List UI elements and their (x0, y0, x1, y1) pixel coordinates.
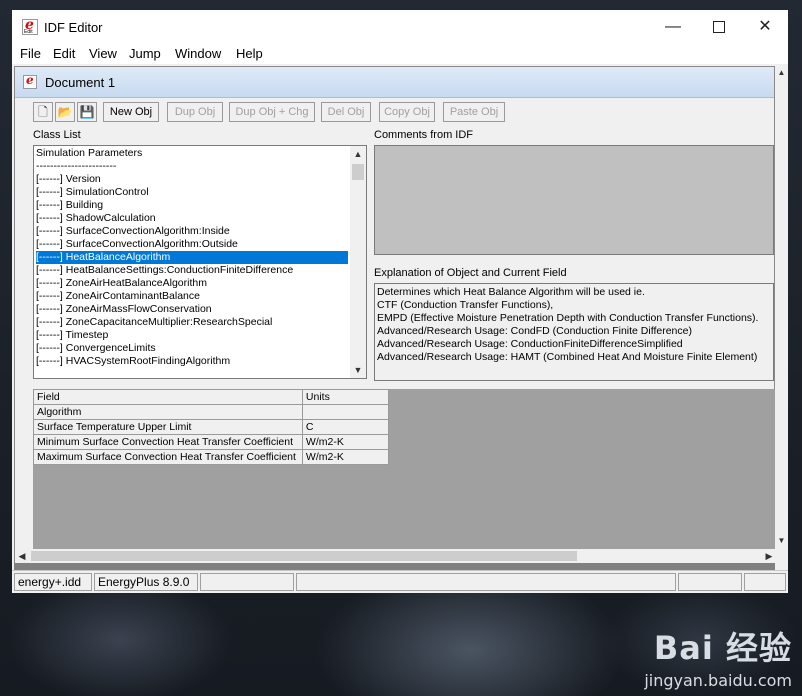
scroll-up-icon[interactable]: ▲ (350, 146, 366, 162)
table-header-row: Field Units (33, 389, 390, 405)
copy-obj-button[interactable]: Copy Obj (379, 102, 435, 122)
toolbar: 🗋 📂 💾 New Obj Dup Obj Dup Obj + Chg Del … (15, 99, 774, 125)
units-column-header: Units (301, 389, 390, 405)
explanation-text: Determines which Heat Balance Algorithm … (377, 286, 759, 363)
document-title: Document 1 (45, 75, 116, 90)
list-item[interactable]: [------] Building (36, 199, 348, 212)
dup-obj-button[interactable]: Dup Obj (167, 102, 223, 122)
units-cell[interactable]: W/m2-K (301, 449, 390, 465)
field-column-header: Field (33, 389, 303, 405)
mdi-area: e Document 1 🗋 📂 💾 New Obj Dup Obj Dup O… (14, 66, 776, 572)
list-item[interactable]: [------] ZoneAirContaminantBalance (36, 290, 348, 303)
table-row[interactable]: Minimum Surface Convection Heat Transfer… (33, 434, 390, 450)
list-item[interactable]: Simulation Parameters (36, 147, 348, 160)
scroll-down-icon[interactable]: ▼ (350, 362, 366, 378)
field-name-cell[interactable]: Algorithm (33, 404, 303, 420)
class-list[interactable]: Simulation Parameters ------------------… (33, 145, 367, 379)
watermark-logo: Bai 经验 (653, 629, 792, 667)
document-window: e Document 1 🗋 📂 💾 New Obj Dup Obj Dup O… (14, 66, 776, 563)
field-name-cell[interactable]: Surface Temperature Upper Limit (33, 419, 303, 435)
status-pane-4 (296, 573, 676, 591)
menu-edit[interactable]: Edit (53, 46, 75, 61)
app-icon[interactable]: e Edit (22, 17, 38, 35)
menu-jump[interactable]: Jump (129, 46, 161, 61)
horizontal-scrollbar[interactable]: ◀ ▶ (15, 549, 776, 563)
list-item-selected[interactable]: [------] HeatBalanceAlgorithm (36, 251, 348, 264)
del-obj-button[interactable]: Del Obj (321, 102, 371, 122)
list-item[interactable]: [------] SurfaceConvectionAlgorithm:Insi… (36, 225, 348, 238)
field-name-cell[interactable]: Maximum Surface Convection Heat Transfer… (33, 449, 303, 465)
mdi-scroll-down-icon[interactable]: ▼ (775, 534, 788, 548)
minimize-button[interactable]: — (650, 10, 696, 44)
units-cell[interactable]: W/m2-K (301, 434, 390, 450)
app-window: e Edit IDF Editor — ✕ File Edit View Jump… (12, 10, 788, 593)
status-bar: energy+.idd EnergyPlus 8.9.0 (12, 570, 788, 593)
list-item[interactable]: [------] SimulationControl (36, 186, 348, 199)
mdi-vertical-scrollbar[interactable]: ▲ ▼ (775, 66, 788, 548)
field-name-cell[interactable]: Minimum Surface Convection Heat Transfer… (33, 434, 303, 450)
window-title: IDF Editor (44, 20, 103, 35)
status-version: EnergyPlus 8.9.0 (94, 573, 198, 591)
class-list-label: Class List (33, 129, 81, 141)
maximize-icon (713, 20, 725, 33)
title-bar[interactable]: e Edit IDF Editor — ✕ (12, 10, 788, 44)
watermark: Bai 经验 jingyan.baidu.com (644, 623, 792, 690)
status-pane-6 (744, 573, 786, 591)
menu-bar: File Edit View Jump Window Help (12, 44, 788, 64)
scroll-thumb[interactable] (352, 164, 364, 180)
new-file-icon[interactable]: 🗋 (33, 102, 53, 122)
paste-obj-button[interactable]: Paste Obj (443, 102, 505, 122)
list-item[interactable]: [------] SurfaceConvectionAlgorithm:Outs… (36, 238, 348, 251)
status-pane-3 (200, 573, 294, 591)
list-item[interactable]: [------] ZoneCapacitanceMultiplier:Resea… (36, 316, 348, 329)
list-item[interactable]: [------] Timestep (36, 329, 348, 342)
new-obj-button[interactable]: New Obj (103, 102, 159, 122)
open-folder-icon[interactable]: 📂 (55, 102, 75, 122)
menu-window[interactable]: Window (175, 46, 221, 61)
document-icon[interactable]: e (23, 73, 37, 89)
maximize-button[interactable] (696, 10, 742, 44)
comments-label: Comments from IDF (374, 129, 474, 141)
status-pane-5 (678, 573, 742, 591)
save-disk-icon[interactable]: 💾 (77, 102, 97, 122)
list-item[interactable]: [------] ZoneAirHeatBalanceAlgorithm (36, 277, 348, 290)
watermark-url: jingyan.baidu.com (644, 671, 792, 690)
list-item[interactable]: [------] ConvergenceLimits (36, 342, 348, 355)
table-row[interactable]: Surface Temperature Upper Limit C (33, 419, 390, 435)
status-idd-file: energy+.idd (14, 573, 92, 591)
list-item[interactable]: [------] ZoneAirMassFlowConservation (36, 303, 348, 316)
list-item[interactable]: [------] HeatBalanceSettings:ConductionF… (36, 264, 348, 277)
field-table[interactable]: Field Units Algorithm Surface Temperatur… (33, 389, 390, 465)
menu-view[interactable]: View (89, 46, 117, 61)
comments-box[interactable] (374, 145, 774, 255)
horizontal-scroll-thumb[interactable] (31, 551, 577, 561)
list-item[interactable]: [------] HVACSystemRootFindingAlgorithm (36, 355, 348, 368)
mdi-scroll-up-icon[interactable]: ▲ (775, 66, 788, 80)
scroll-right-icon[interactable]: ▶ (762, 549, 776, 563)
menu-help[interactable]: Help (236, 46, 263, 61)
explanation-box: Determines which Heat Balance Algorithm … (374, 283, 774, 381)
scroll-left-icon[interactable]: ◀ (15, 549, 29, 563)
class-list-scrollbar[interactable]: ▲ ▼ (350, 146, 366, 378)
list-item[interactable]: [------] ShadowCalculation (36, 212, 348, 225)
close-button[interactable]: ✕ (742, 10, 788, 44)
list-item[interactable]: [------] Version (36, 173, 348, 186)
table-row[interactable]: Algorithm (33, 404, 390, 420)
units-cell[interactable] (301, 404, 390, 420)
dup-obj-chg-button[interactable]: Dup Obj + Chg (229, 102, 315, 122)
units-cell[interactable]: C (301, 419, 390, 435)
list-item[interactable]: ----------------------- (36, 160, 348, 173)
menu-file[interactable]: File (20, 46, 41, 61)
explanation-label: Explanation of Object and Current Field (374, 267, 567, 279)
table-row[interactable]: Maximum Surface Convection Heat Transfer… (33, 449, 390, 465)
document-title-bar[interactable]: e Document 1 (15, 67, 774, 98)
